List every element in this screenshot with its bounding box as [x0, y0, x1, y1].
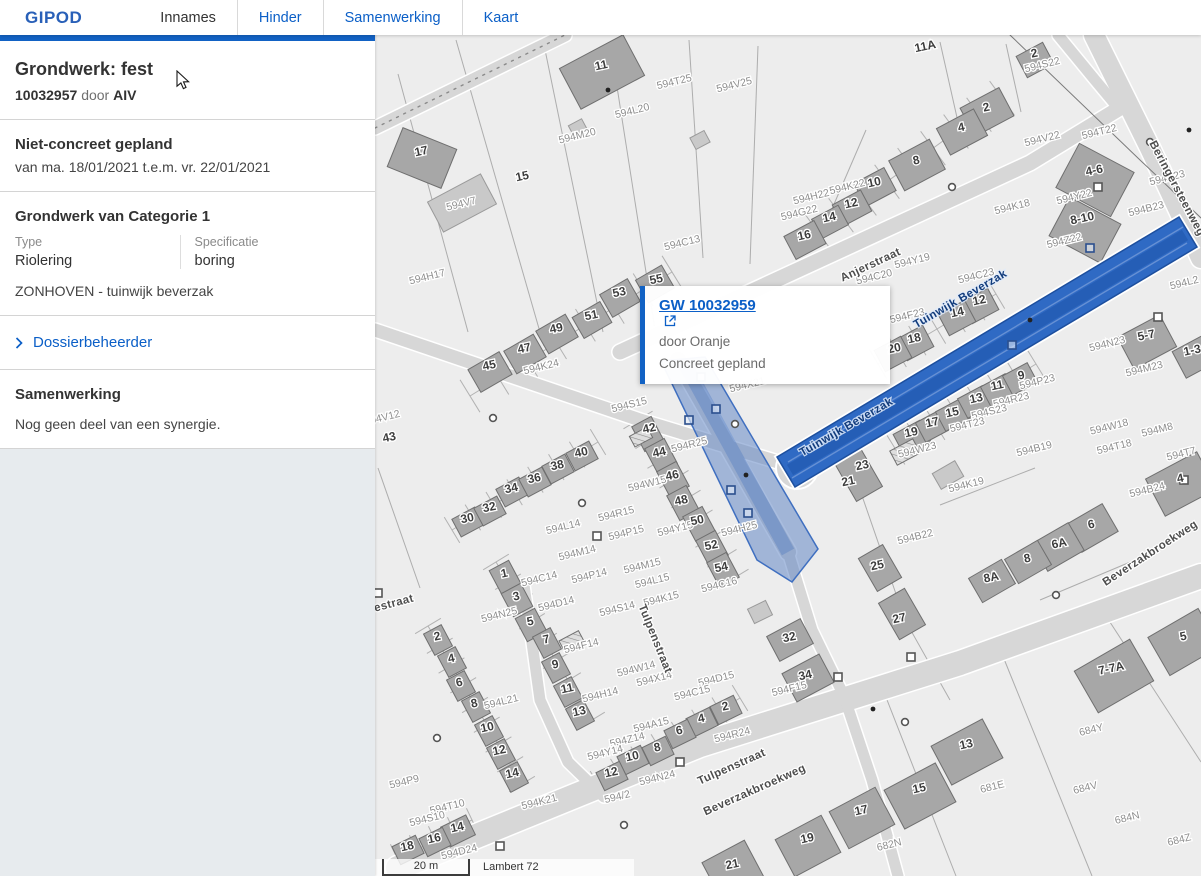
record-id: 10032957	[15, 87, 77, 103]
chevron-right-icon	[15, 337, 23, 349]
category-fields: Type Riolering Specificatie boring	[15, 235, 359, 269]
status-title: Niet-concreet gepland	[15, 136, 359, 153]
status-period: van ma. 18/01/2021 t.e.m. vr. 22/01/2021	[15, 159, 359, 175]
spec-field: Specificatie boring	[180, 235, 360, 269]
dossier-section: Dossierbeheerder	[0, 316, 375, 370]
type-value: Riolering	[15, 253, 180, 269]
popup-status: Concreet gepland	[659, 356, 876, 371]
map-popup: GW 10032959 door Oranje Concreet gepland	[640, 286, 890, 384]
popup-owner: door Oranje	[659, 334, 876, 349]
map-canvas[interactable]: 594H17594V7594M20594L20594T25594V25594C1…	[375, 35, 1201, 876]
work-description: ZONHOVEN - tuinwijk beverzak	[15, 283, 359, 299]
external-link-icon	[664, 315, 676, 327]
synergy-section: Samenwerking Nog geen deel van een syner…	[0, 370, 375, 449]
record-id-line: 10032957 door AIV	[15, 87, 359, 103]
map-footer: 20 m Lambert 72	[375, 859, 634, 876]
tab-innames[interactable]: Innames	[139, 0, 237, 35]
scale-label: 20 m	[382, 859, 470, 876]
dossierbeheerder-toggle[interactable]: Dossierbeheerder	[15, 332, 359, 353]
dossierbeheerder-link[interactable]: Dossierbeheerder	[33, 334, 152, 351]
synergy-title: Samenwerking	[15, 386, 359, 403]
gipod-logo[interactable]: GIPOD	[25, 8, 82, 28]
spec-value: boring	[195, 253, 360, 269]
page-title: Grondwerk: fest	[15, 59, 359, 80]
projection-attribution: Lambert 72	[470, 859, 634, 876]
door-label: door	[81, 87, 109, 103]
title-section: Grondwerk: fest 10032957 door AIV	[0, 41, 375, 120]
category-title: Grondwerk van Categorie 1	[15, 208, 359, 225]
record-owner: AIV	[113, 87, 136, 103]
type-field: Type Riolering	[15, 235, 180, 269]
sidebar-empty-area	[0, 449, 375, 876]
type-label: Type	[15, 235, 180, 249]
status-section: Niet-concreet gepland van ma. 18/01/2021…	[0, 120, 375, 192]
tab-samenwerking[interactable]: Samenwerking	[323, 0, 462, 35]
tab-kaart[interactable]: Kaart	[462, 0, 540, 35]
synergy-text: Nog geen deel van een synergie.	[15, 416, 359, 432]
spec-label: Specificatie	[195, 235, 360, 249]
tab-hinder[interactable]: Hinder	[237, 0, 323, 35]
detail-sidebar: Grondwerk: fest 10032957 door AIV Niet-c…	[0, 35, 375, 876]
scale-bar: 20 m	[375, 859, 470, 876]
category-section: Grondwerk van Categorie 1 Type Riolering…	[0, 192, 375, 316]
basemap-svg[interactable]: 594H17594V7594M20594L20594T25594V25594C1…	[375, 35, 1201, 876]
main-nav: Innames Hinder Samenwerking Kaart	[139, 0, 539, 35]
app-header: GIPOD Innames Hinder Samenwerking Kaart	[0, 0, 1201, 35]
popup-record-link[interactable]: GW 10032959	[659, 297, 756, 314]
